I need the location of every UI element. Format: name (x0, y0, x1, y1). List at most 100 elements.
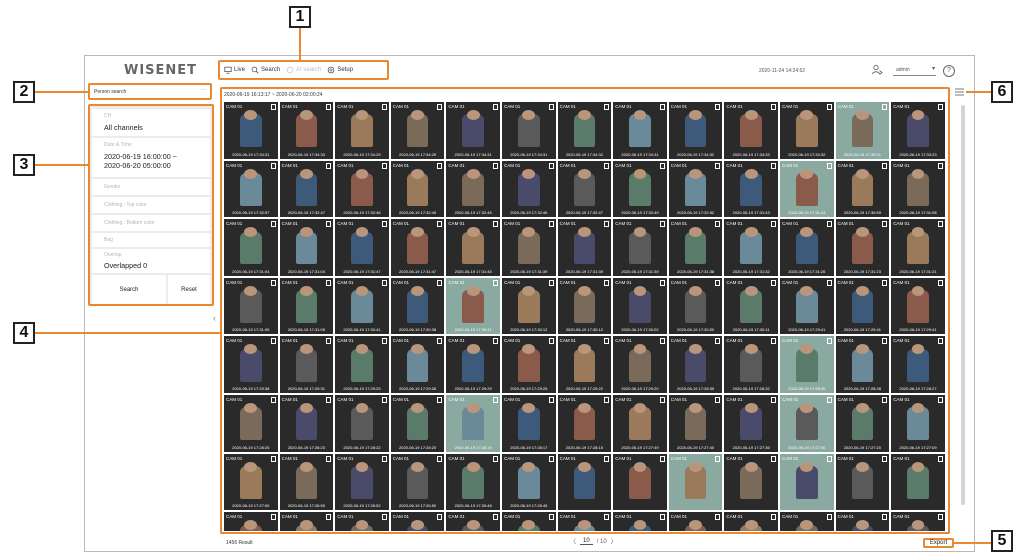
result-thumbnail[interactable]: CAM 01 2020-06-19 17:26:48 (446, 453, 500, 511)
bookmark-icon[interactable] (381, 279, 387, 286)
result-thumbnail[interactable]: CAM 01 2020-06-19 17:32:45 (390, 160, 445, 218)
bookmark-icon[interactable] (437, 162, 443, 169)
bookmark-icon[interactable] (270, 162, 276, 169)
result-thumbnail[interactable]: CAM 01 2020-06-19 17:34:31 (446, 102, 500, 159)
bookmark-icon[interactable] (882, 162, 888, 169)
result-thumbnail[interactable]: CAM 01 2020-06-19 17:30:11 (724, 277, 778, 335)
result-thumbnail[interactable]: CAM 01 2020-06-19 17:31:04 (279, 219, 334, 276)
bookmark-icon[interactable] (548, 104, 554, 110)
result-thumbnail[interactable]: CAM 01 (668, 512, 723, 531)
export-button[interactable]: Export (923, 538, 954, 548)
bookmark-icon[interactable] (381, 162, 387, 169)
bookmark-icon[interactable] (437, 397, 443, 403)
search-type-select[interactable]: Person search ··· (88, 83, 212, 100)
bookmark-icon[interactable] (492, 514, 498, 521)
bookmark-icon[interactable] (437, 104, 443, 110)
result-thumbnail[interactable]: CAM 01 2020-06-19 17:28:19 (446, 395, 500, 452)
bookmark-icon[interactable] (659, 514, 665, 521)
bookmark-icon[interactable] (770, 455, 776, 462)
prev-page-button[interactable]: 〈 (570, 537, 576, 546)
bookmark-icon[interactable] (937, 397, 943, 403)
bookmark-icon[interactable] (437, 221, 443, 228)
bookmark-icon[interactable] (937, 279, 943, 286)
result-thumbnail[interactable]: CAM 01 2020-06-19 17:26:50 (390, 453, 445, 511)
result-scrollbar[interactable] (961, 105, 965, 505)
result-thumbnail[interactable]: CAM 01 2020-06-19 17:32:46 (502, 160, 556, 218)
bookmark-icon[interactable] (882, 514, 888, 521)
bookmark-icon[interactable] (381, 338, 387, 345)
result-thumbnail[interactable]: CAM 01 2020-06-19 17:31:38 (668, 219, 723, 276)
bookmark-icon[interactable] (270, 514, 276, 521)
result-thumbnail[interactable]: CAM 01 2020-06-19 17:29:41 (780, 277, 834, 335)
bookmark-icon[interactable] (492, 279, 498, 286)
result-thumbnail[interactable]: CAM 01 2020-06-19 17:28:20 (390, 395, 445, 452)
result-thumbnail[interactable]: CAM 01 2020-06-19 17:29:41 (835, 277, 890, 335)
bookmark-icon[interactable] (437, 455, 443, 462)
bookmark-icon[interactable] (770, 338, 776, 345)
result-thumbnail[interactable]: CAM 01 2020-06-19 17:31:39 (502, 219, 556, 276)
result-thumbnail[interactable]: CAM 01 2020-06-19 17:34:31 (224, 102, 278, 159)
result-thumbnail[interactable]: CAM 01 2020-06-19 17:29:29 (335, 336, 389, 393)
bookmark-icon[interactable] (604, 455, 610, 462)
result-thumbnail[interactable]: CAM 01 2020-06-19 17:29:29 (446, 336, 500, 393)
bookmark-icon[interactable] (492, 104, 498, 110)
result-thumbnail[interactable]: CAM 01 2020-06-19 17:32:45 (446, 160, 500, 218)
result-thumbnail[interactable]: CAM 01 (557, 512, 612, 531)
result-thumbnail[interactable]: CAM 01 (835, 512, 890, 531)
bookmark-icon[interactable] (715, 397, 721, 403)
result-thumbnail[interactable]: CAM 01 2020-06-19 17:28:17 (502, 395, 556, 452)
bookmark-icon[interactable] (381, 514, 387, 521)
result-thumbnail[interactable]: CAM 01 (335, 512, 389, 531)
result-thumbnail[interactable]: CAM 01 (613, 512, 667, 531)
result-thumbnail[interactable]: CAM 01 2020-06-19 17:30:41 (335, 277, 389, 335)
bookmark-icon[interactable] (770, 397, 776, 403)
top-color-field[interactable]: Clothing : Top color (92, 197, 210, 213)
result-thumbnail[interactable]: CAM 01 2020-06-19 17:34:32 (668, 102, 723, 159)
bookmark-icon[interactable] (381, 455, 387, 462)
result-thumbnail[interactable]: CAM 01 2020-06-19 17:35:01 (835, 102, 890, 159)
result-thumbnail[interactable]: CAM 01 2020-06-19 17:32:57 (224, 160, 278, 218)
bookmark-icon[interactable] (882, 338, 888, 345)
bookmark-icon[interactable] (381, 104, 387, 110)
bookmark-icon[interactable] (437, 514, 443, 521)
result-thumbnail[interactable]: CAM 01 (668, 453, 723, 511)
result-thumbnail[interactable]: CAM 01 2020-06-19 17:30:59 (835, 160, 890, 218)
result-thumbnail[interactable]: CAM 01 (279, 512, 334, 531)
bookmark-icon[interactable] (770, 279, 776, 286)
result-thumbnail[interactable]: CAM 01 (780, 453, 834, 511)
result-thumbnail[interactable]: CAM 01 2020-06-19 17:34:31 (502, 102, 556, 159)
bookmark-icon[interactable] (604, 397, 610, 403)
bookmark-icon[interactable] (715, 455, 721, 462)
bookmark-icon[interactable] (882, 455, 888, 462)
result-thumbnail[interactable]: CAM 01 2020-06-19 17:32:47 (279, 160, 334, 218)
bookmark-icon[interactable] (381, 397, 387, 403)
result-thumbnail[interactable]: CAM 01 (891, 512, 945, 531)
channel-field[interactable]: CH All channels (92, 109, 210, 136)
bookmark-icon[interactable] (826, 104, 832, 110)
bookmark-icon[interactable] (548, 455, 554, 462)
result-thumbnail[interactable]: CAM 01 2020-06-19 17:31:05 (279, 277, 334, 335)
bookmark-icon[interactable] (326, 279, 332, 286)
result-thumbnail[interactable]: CAM 01 (724, 453, 778, 511)
result-thumbnail[interactable]: CAM 01 2020-06-19 17:28:27 (891, 336, 945, 393)
bookmark-icon[interactable] (604, 162, 610, 169)
result-thumbnail[interactable]: CAM 01 2020-06-19 17:34:29 (335, 102, 389, 159)
bookmark-icon[interactable] (659, 338, 665, 345)
bookmark-icon[interactable] (548, 162, 554, 169)
bookmark-icon[interactable] (326, 455, 332, 462)
result-thumbnail[interactable]: CAM 01 2020-06-19 17:30:12 (557, 277, 612, 335)
result-thumbnail[interactable]: CAM 01 2020-06-19 17:34:33 (724, 102, 778, 159)
result-thumbnail[interactable]: CAM 01 2020-06-19 17:31:32 (724, 219, 778, 276)
gender-field[interactable]: Gender (92, 179, 210, 195)
result-thumbnail[interactable]: CAM 01 2020-06-19 17:30:00 (668, 277, 723, 335)
bookmark-icon[interactable] (659, 279, 665, 286)
bookmark-icon[interactable] (270, 397, 276, 403)
result-thumbnail[interactable]: CAM 01 2020-06-19 17:28:15 (557, 395, 612, 452)
bookmark-icon[interactable] (770, 104, 776, 110)
bookmark-icon[interactable] (826, 221, 832, 228)
list-view-icon[interactable] (955, 88, 964, 96)
bookmark-icon[interactable] (270, 455, 276, 462)
help-icon[interactable]: ? (943, 65, 955, 77)
result-thumbnail[interactable]: CAM 01 2020-06-19 17:27:09 (891, 395, 945, 452)
result-thumbnail[interactable]: CAM 01 2020-06-19 17:28:28 (835, 336, 890, 393)
